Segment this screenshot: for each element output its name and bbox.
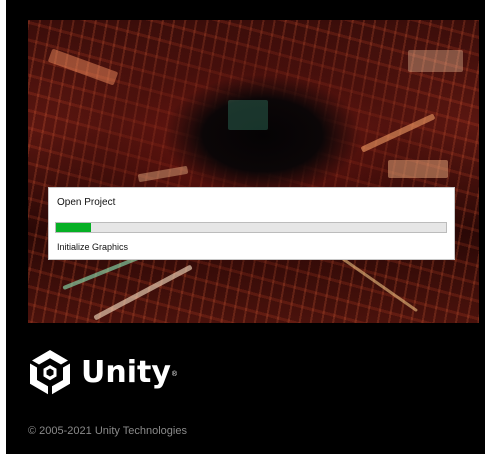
splash-window: Open Project Initialize Graphics Unity ®… xyxy=(6,0,485,454)
progress-bar-fill xyxy=(56,223,92,232)
dialog-title: Open Project xyxy=(57,197,116,208)
splash-artwork xyxy=(28,20,479,323)
unity-logo: Unity ® xyxy=(28,348,177,396)
progress-bar xyxy=(55,222,447,233)
registered-mark: ® xyxy=(171,370,178,378)
progress-status-text: Initialize Graphics xyxy=(57,242,129,252)
open-project-dialog: Open Project Initialize Graphics xyxy=(48,187,455,260)
unity-cube-icon xyxy=(30,350,70,395)
copyright-text: © 2005-2021 Unity Technologies xyxy=(28,425,187,437)
unity-wordmark: Unity xyxy=(81,354,171,390)
